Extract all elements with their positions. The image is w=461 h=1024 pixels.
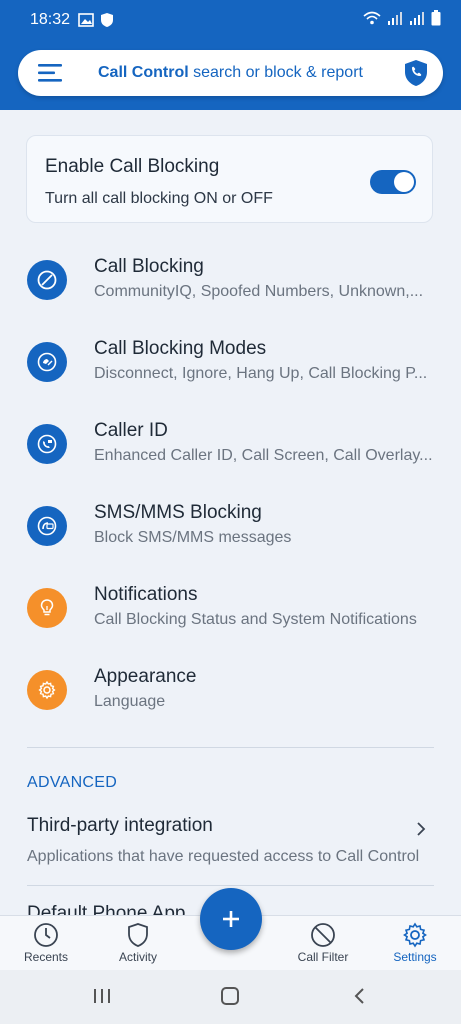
item-subtitle: Call Blocking Status and System Notifica…	[94, 611, 417, 628]
home-icon[interactable]	[220, 986, 242, 1011]
default-phone-app-title[interactable]: Default Phone App	[27, 903, 185, 915]
status-time: 18:32	[30, 11, 71, 28]
settings-item-appearance[interactable]: Appearance Language	[0, 658, 461, 740]
signal-icon	[387, 11, 403, 30]
shield-phone-icon[interactable]	[403, 59, 429, 87]
search-placeholder[interactable]: Call Control search or block & report	[98, 50, 363, 96]
settings-item-notifications[interactable]: Notifications Call Blocking Status and S…	[0, 576, 461, 658]
shield-outline-icon	[125, 922, 151, 948]
add-button[interactable]	[200, 888, 262, 950]
app-header: Call Control search or block & report	[0, 40, 461, 110]
back-icon[interactable]	[352, 986, 368, 1011]
status-bar: 18:32	[0, 0, 461, 40]
settings-content[interactable]: Enable Call Blocking Turn all call block…	[0, 110, 461, 915]
gear-outline-icon	[402, 922, 428, 948]
item-title: Notifications	[94, 584, 198, 605]
shield-status-icon	[100, 12, 114, 28]
item-title: Call Blocking Modes	[94, 338, 267, 359]
item-title: SMS/MMS Blocking	[94, 502, 262, 523]
sms-block-icon	[27, 506, 67, 546]
signal-icon-2	[409, 11, 425, 30]
nav-label: Call Filter	[297, 950, 349, 964]
block-icon	[27, 260, 67, 300]
item-subtitle: Language	[94, 693, 166, 710]
system-nav-bar	[0, 970, 461, 1024]
gear-icon	[27, 670, 67, 710]
divider	[27, 747, 434, 748]
clock-icon	[33, 922, 59, 948]
search-hint: search or block & report	[188, 64, 363, 81]
recent-apps-icon[interactable]	[92, 986, 112, 1011]
lightbulb-icon	[27, 588, 67, 628]
settings-item-call-blocking-modes[interactable]: Call Blocking Modes Disconnect, Ignore, …	[0, 330, 461, 412]
modes-icon	[27, 342, 67, 382]
nav-label: Settings	[393, 950, 437, 964]
settings-item-sms-mms-blocking[interactable]: SMS/MMS Blocking Block SMS/MMS messages	[0, 494, 461, 576]
settings-item-caller-id[interactable]: Caller ID Enhanced Caller ID, Call Scree…	[0, 412, 461, 494]
toggle-knob	[394, 172, 414, 192]
item-subtitle: Disconnect, Ignore, Hang Up, Call Blocki…	[94, 365, 428, 382]
enable-call-blocking-card[interactable]: Enable Call Blocking Turn all call block…	[26, 135, 433, 223]
nav-settings[interactable]: Settings	[375, 916, 455, 971]
chevron-right-icon	[415, 820, 427, 838]
search-bar[interactable]: Call Control search or block & report	[18, 50, 443, 96]
third-party-subtitle: Applications that have requested access …	[27, 848, 420, 865]
caller-id-icon	[27, 424, 67, 464]
block-outline-icon	[310, 922, 336, 948]
nav-activity[interactable]: Activity	[98, 916, 178, 971]
brand-name: Call Control	[98, 64, 189, 81]
nav-recents[interactable]: Recents	[6, 916, 86, 971]
advanced-section-header: ADVANCED	[27, 774, 118, 791]
call-blocking-toggle[interactable]	[370, 170, 416, 194]
item-title: Appearance	[94, 666, 197, 687]
battery-icon	[431, 9, 441, 31]
nav-label: Activity	[118, 950, 157, 964]
item-title: Caller ID	[94, 420, 168, 441]
wifi-icon	[363, 11, 381, 30]
plus-icon	[223, 911, 239, 927]
gallery-icon	[78, 13, 94, 27]
item-subtitle: Enhanced Caller ID, Call Screen, Call Ov…	[94, 447, 433, 464]
settings-item-call-blocking[interactable]: Call Blocking CommunityIQ, Spoofed Numbe…	[0, 248, 461, 330]
card-title: Enable Call Blocking	[45, 156, 220, 177]
nav-label: Recents	[23, 950, 69, 964]
card-subtitle: Turn all call blocking ON or OFF	[45, 190, 273, 207]
nav-call-filter[interactable]: Call Filter	[283, 916, 363, 971]
menu-icon[interactable]	[38, 63, 64, 83]
divider	[27, 885, 434, 886]
item-subtitle: CommunityIQ, Spoofed Numbers, Unknown,..…	[94, 283, 424, 300]
item-subtitle: Block SMS/MMS messages	[94, 529, 292, 546]
third-party-title: Third-party integration	[27, 815, 213, 836]
item-title: Call Blocking	[94, 256, 204, 277]
